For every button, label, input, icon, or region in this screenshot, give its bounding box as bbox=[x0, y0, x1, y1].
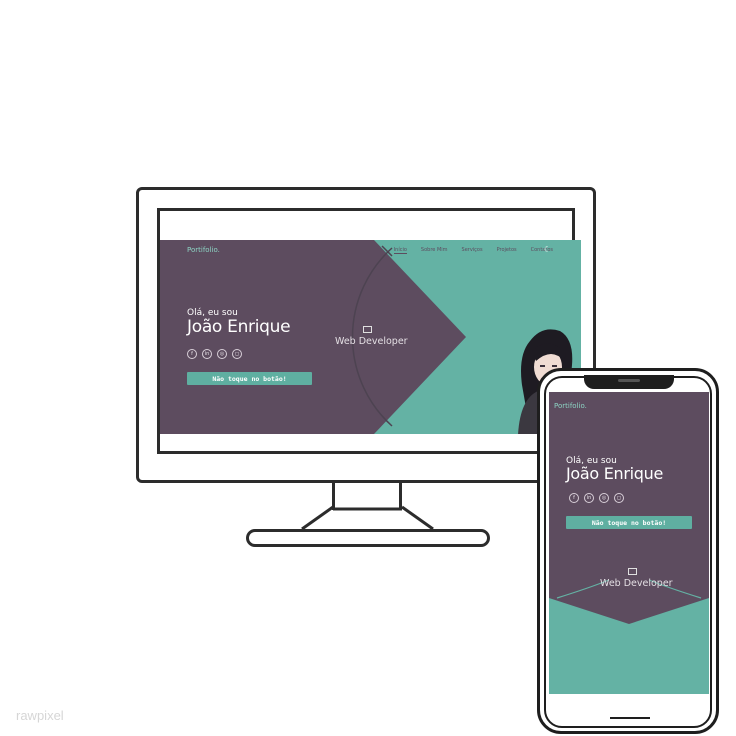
desktop-name: João Enrique bbox=[187, 317, 291, 337]
desktop-social-links: f in ◎ ◻ bbox=[187, 349, 242, 359]
mobile-social-links: f in ◎ ◻ bbox=[569, 493, 624, 503]
mobile-role: Web Developer bbox=[600, 578, 673, 589]
github-icon[interactable]: ◎ bbox=[217, 349, 227, 359]
mobile-dont-touch-button[interactable]: Não toque no botão! bbox=[566, 516, 692, 529]
nav-item-servicos[interactable]: Serviços bbox=[462, 247, 483, 254]
desktop-dont-touch-button[interactable]: Não toque no botão! bbox=[187, 372, 312, 385]
phone-speaker bbox=[618, 379, 640, 382]
watermark: rawpixel bbox=[16, 708, 64, 723]
code-icon bbox=[363, 326, 372, 333]
mobile-logo[interactable]: Portifolio. bbox=[554, 402, 587, 410]
phone-home-indicator bbox=[610, 717, 650, 719]
desktop-nav: Início Sobre Mim Serviços Projetos Conta… bbox=[393, 247, 553, 254]
desktop-logo[interactable]: Portifolio. bbox=[187, 246, 220, 254]
moon-icon[interactable]: ☾ bbox=[544, 245, 551, 254]
phone-notch bbox=[584, 375, 674, 389]
nav-item-sobre-mim[interactable]: Sobre Mim bbox=[421, 247, 448, 254]
desktop-role: Web Developer bbox=[335, 336, 408, 347]
nav-item-projetos[interactable]: Projetos bbox=[497, 247, 517, 254]
nav-item-inicio[interactable]: Início bbox=[393, 247, 407, 254]
mobile-hero-background bbox=[549, 579, 709, 694]
mobile-name: João Enrique bbox=[566, 464, 664, 483]
facebook-icon[interactable]: f bbox=[569, 493, 579, 503]
monitor-stand-base bbox=[246, 529, 490, 547]
linkedin-icon[interactable]: in bbox=[584, 493, 594, 503]
instagram-icon[interactable]: ◻ bbox=[614, 493, 624, 503]
linkedin-icon[interactable]: in bbox=[202, 349, 212, 359]
desktop-screen: Portifolio. Início Sobre Mim Serviços Pr… bbox=[160, 240, 581, 434]
github-icon[interactable]: ◎ bbox=[599, 493, 609, 503]
code-icon bbox=[628, 568, 637, 575]
facebook-icon[interactable]: f bbox=[187, 349, 197, 359]
instagram-icon[interactable]: ◻ bbox=[232, 349, 242, 359]
mobile-screen: Portifolio. Olá, eu sou João Enrique f i… bbox=[549, 392, 709, 694]
